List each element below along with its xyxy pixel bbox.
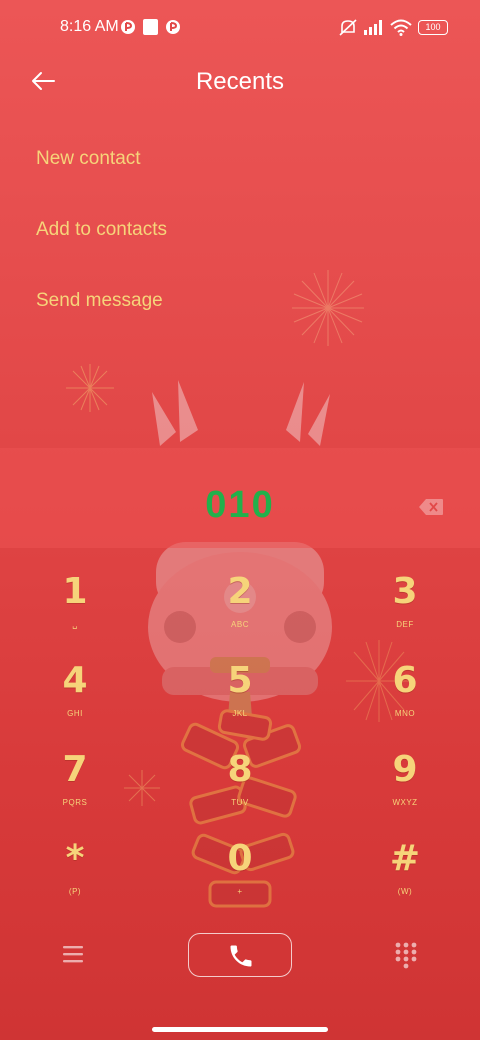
header: Recents [0, 56, 480, 108]
key-digit: 3 [392, 571, 418, 612]
dialpad-icon [395, 942, 417, 969]
key-digit: 5 [227, 660, 253, 701]
hamburger-menu-icon [63, 946, 83, 963]
key-letters: PQRS [62, 798, 88, 807]
call-button[interactable] [188, 933, 292, 977]
number-display: 010 [0, 448, 480, 548]
key-8[interactable]: 8 TUV [180, 750, 300, 830]
status-bar: 8:16 AM 100 [0, 0, 480, 56]
key-digit: 4 [62, 660, 88, 701]
phone-icon [230, 945, 252, 967]
key-letters: WXYZ [392, 798, 418, 807]
status-time: 8:16 AM [60, 18, 119, 35]
key-letters: ABC [231, 620, 249, 629]
notification-icon [121, 20, 135, 34]
send-message-option[interactable]: Send message [36, 270, 436, 341]
key-letters: DEF [396, 620, 414, 629]
key-letters: (P) [68, 887, 82, 896]
key-letters: + [237, 887, 243, 896]
key-4[interactable]: 4 GHI [15, 661, 135, 741]
key-digit: 2 [227, 571, 253, 612]
options-menu: New contact Add to contacts Send message [36, 128, 436, 341]
backspace-icon [419, 499, 443, 515]
firework-decoration [66, 364, 114, 412]
mute-icon [339, 19, 357, 36]
delete-button[interactable] [418, 498, 444, 516]
bottom-action-bar [0, 930, 480, 980]
key-2[interactable]: 2 ABC [180, 572, 300, 652]
key-digit: # [389, 838, 421, 879]
dialed-number[interactable]: 010 [0, 484, 480, 527]
key-digit: * [65, 838, 85, 879]
dialpad-toggle-button[interactable] [395, 942, 417, 970]
key-letters: (W) [397, 887, 413, 896]
key-3[interactable]: 3 DEF [345, 572, 465, 652]
key-star[interactable]: * (P) [15, 839, 135, 919]
key-9[interactable]: 9 WXYZ [345, 750, 465, 830]
key-digit: 0 [227, 838, 253, 879]
wifi-icon [390, 19, 412, 36]
key-0[interactable]: 0 + [180, 839, 300, 919]
square-icon [143, 19, 158, 35]
signal-icon [364, 20, 382, 35]
key-6[interactable]: 6 MNO [345, 661, 465, 741]
key-hash[interactable]: # (W) [345, 839, 465, 919]
menu-button[interactable] [62, 944, 84, 964]
add-to-contacts-option[interactable]: Add to contacts [36, 199, 436, 270]
battery-level: 100 [425, 22, 441, 32]
key-1[interactable]: 1 ␣ [15, 572, 135, 652]
new-contact-option[interactable]: New contact [36, 128, 436, 199]
key-7[interactable]: 7 PQRS [15, 750, 135, 830]
key-digit: 8 [227, 749, 253, 790]
home-indicator[interactable] [152, 1027, 328, 1032]
key-digit: 1 [62, 571, 88, 612]
key-digit: 9 [392, 749, 418, 790]
key-letters: JKL [232, 709, 248, 718]
battery-icon: 100 [418, 20, 448, 35]
key-5[interactable]: 5 JKL [180, 661, 300, 741]
notification-icon [166, 20, 180, 34]
key-letters: ␣ [72, 620, 78, 629]
key-letters: TUV [231, 798, 249, 807]
key-digit: 6 [392, 660, 418, 701]
key-letters: GHI [67, 709, 83, 718]
key-digit: 7 [62, 749, 88, 790]
page-title: Recents [195, 68, 285, 95]
key-letters: MNO [394, 709, 416, 718]
